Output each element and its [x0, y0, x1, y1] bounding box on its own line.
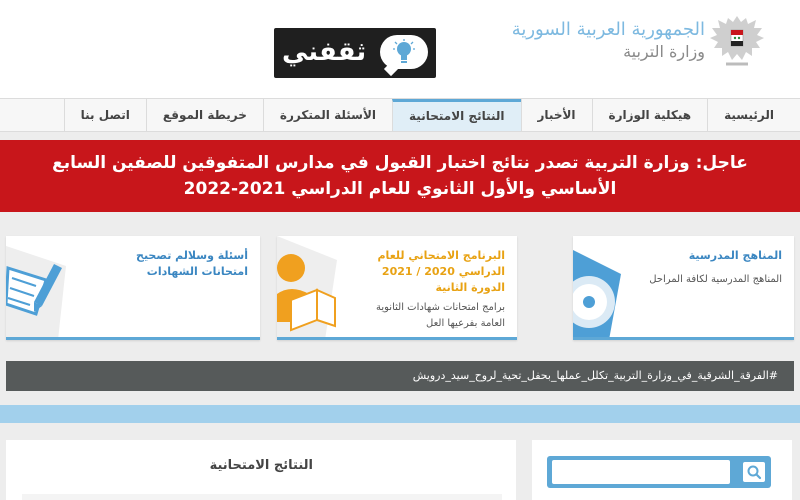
breaking-headline[interactable]: وزارة التربية تصدر نتائج اختبار القبول ف…: [52, 153, 690, 199]
paper-pencil-icon: [6, 246, 66, 337]
search-button[interactable]: [743, 462, 765, 482]
card-description: برامج امتحانات شهادات الثانوية العامة بف…: [376, 302, 505, 329]
main-navigation: الرئيسية هيكلية الوزارة الأخبار النتائج …: [0, 98, 800, 132]
panel-title: النتائج الامتحانية: [209, 458, 313, 473]
nav-item-exam-results[interactable]: النتائج الامتحانية: [392, 99, 521, 131]
lightbulb-icon: [393, 39, 415, 63]
card-description: المناهج المدرسية لكافة المراحل: [649, 274, 782, 285]
nav-item-news[interactable]: الأخبار: [520, 99, 592, 131]
breaking-news-banner[interactable]: عاجل: وزارة التربية تصدر نتائج اختبار ال…: [0, 140, 800, 212]
news-ticker[interactable]: #الفرقة_الشرقية_في_وزارة_التربية_تكلل_عم…: [6, 361, 794, 391]
nav-item-contact[interactable]: اتصل بنا: [63, 99, 146, 131]
exam-results-panel: النتائج الامتحانية: [6, 440, 516, 500]
syrian-eagle-emblem-icon[interactable]: [706, 10, 768, 72]
card-curricula[interactable]: المناهج المدرسية المناهج المدرسية لكافة …: [573, 236, 794, 340]
search-icon: [747, 465, 762, 480]
card-title[interactable]: المناهج المدرسية: [632, 248, 782, 264]
breaking-label: عاجل:: [695, 153, 748, 173]
government-title: الجمهورية العربية السورية: [511, 19, 705, 40]
panel-divider: [22, 494, 502, 500]
card-title[interactable]: البرنامج الامتحاني للعام الدراسي 2020 / …: [365, 248, 506, 296]
section-divider-band: [0, 405, 800, 423]
nav-item-ministry-structure[interactable]: هيكلية الوزارة: [591, 99, 708, 131]
ticker-text[interactable]: #الفرقة_الشرقية_في_وزارة_التربية_تكلل_عم…: [413, 369, 778, 382]
search-input[interactable]: [552, 460, 730, 484]
logo-text: ثقفني: [282, 37, 367, 67]
student-reading-icon: [277, 236, 337, 337]
card-exam-program[interactable]: البرنامج الامتحاني للعام الدراسي 2020 / …: [277, 236, 517, 340]
site-header: الجمهورية العربية السورية وزارة التربية …: [0, 0, 800, 98]
nav-item-faq[interactable]: الأسئلة المتكررة: [262, 99, 392, 131]
card-title[interactable]: أسئلة وسلالم تصحيح امتحانات الشهادات: [98, 248, 248, 280]
nav-item-home[interactable]: الرئيسية: [707, 99, 800, 131]
thaqafni-logo[interactable]: ثقفني: [274, 28, 436, 78]
card-exam-questions[interactable]: أسئلة وسلالم تصحيح امتحانات الشهادات: [6, 236, 260, 340]
search-box: [547, 456, 771, 488]
ministry-name: وزارة التربية: [623, 42, 705, 61]
nav-item-sitemap[interactable]: خريطة الموقع: [145, 99, 263, 131]
search-panel: [532, 440, 792, 500]
